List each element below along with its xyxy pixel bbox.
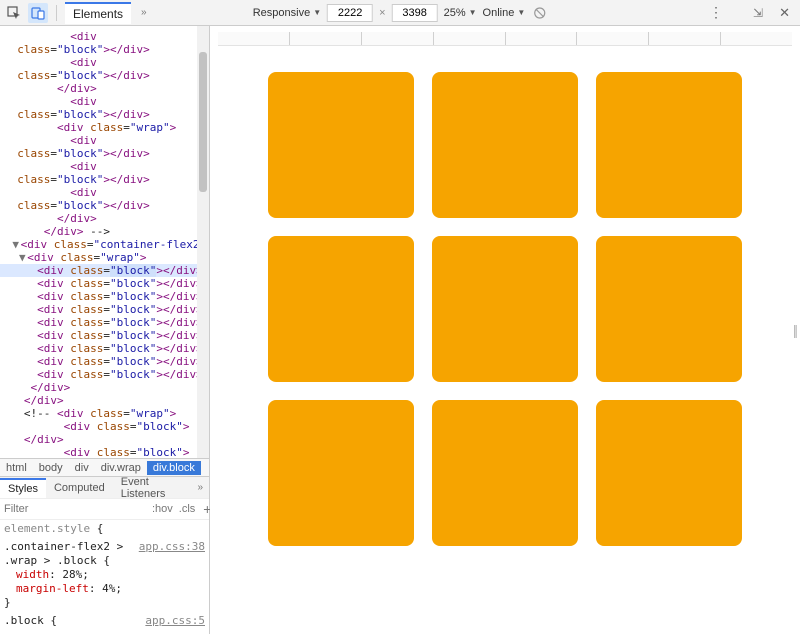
dom-node[interactable]: <div class="block"></div> bbox=[0, 329, 209, 342]
styles-tabs-overflow[interactable]: » bbox=[191, 482, 209, 493]
device-more-menu[interactable]: ⋮ bbox=[709, 4, 723, 21]
preview-block bbox=[596, 400, 742, 546]
dom-node[interactable]: class="block"></div> bbox=[0, 43, 209, 56]
dom-node[interactable]: <div class="block"> bbox=[0, 446, 209, 458]
dom-node[interactable]: <div bbox=[0, 160, 209, 173]
preview-block bbox=[268, 236, 414, 382]
dom-node[interactable]: <div bbox=[0, 56, 209, 69]
dom-node[interactable]: <div class="wrap"> bbox=[0, 121, 209, 134]
preview-block bbox=[268, 72, 414, 218]
dom-node[interactable]: <div class="block"></div> bbox=[0, 303, 209, 316]
dom-node[interactable]: class="block"></div> bbox=[0, 199, 209, 212]
tab-elements[interactable]: Elements bbox=[65, 2, 131, 24]
dom-node[interactable]: <div class="block"></div> bbox=[0, 290, 209, 303]
page-preview: || bbox=[210, 26, 800, 634]
rotate-icon[interactable] bbox=[531, 5, 547, 21]
rule-source-link[interactable]: app.css:38 bbox=[139, 540, 205, 554]
dom-node[interactable]: </div> bbox=[0, 433, 209, 446]
css-rule[interactable]: app.css:38.container-flex2 > .wrap > .bl… bbox=[4, 540, 205, 610]
dom-node[interactable]: <div class="block"></div> bbox=[0, 342, 209, 355]
preview-block bbox=[268, 400, 414, 546]
css-rule[interactable]: app.css:5.block { bbox=[4, 614, 205, 628]
hov-toggle[interactable]: :hov bbox=[152, 503, 173, 515]
tabs-overflow-button[interactable]: » bbox=[135, 7, 153, 18]
styles-tab[interactable]: Styles bbox=[0, 478, 46, 498]
dom-node[interactable]: <div bbox=[0, 95, 209, 108]
preview-block bbox=[596, 72, 742, 218]
dom-node[interactable]: <div class="block"></div> bbox=[0, 368, 209, 381]
rule-source-link[interactable]: app.css:5 bbox=[145, 614, 205, 628]
preview-block bbox=[596, 236, 742, 382]
dom-node[interactable]: <div class="block"></div> bbox=[0, 316, 209, 329]
device-mode-controls: Responsive▼ × 25%▼ Online▼ bbox=[253, 4, 548, 22]
dom-scrollbar[interactable] bbox=[197, 26, 209, 458]
dom-node[interactable]: </div> bbox=[0, 82, 209, 95]
viewport-height-input[interactable] bbox=[392, 4, 438, 22]
elements-panel: <div class="block"></div> <div class="bl… bbox=[0, 26, 210, 634]
styles-tabs: StylesComputedEvent Listeners» bbox=[0, 476, 209, 498]
dom-tree[interactable]: <div class="block"></div> <div class="bl… bbox=[0, 26, 209, 458]
cls-toggle[interactable]: .cls bbox=[179, 503, 196, 515]
zoom-select[interactable]: 25%▼ bbox=[444, 7, 477, 19]
media-query-ruler[interactable] bbox=[218, 32, 792, 46]
device-toolbar-button[interactable] bbox=[28, 3, 48, 23]
css-rule[interactable]: element.style { bbox=[4, 522, 205, 536]
device-select[interactable]: Responsive▼ bbox=[253, 7, 321, 19]
dom-node[interactable]: ▼<div class="container-flex2"> bbox=[0, 238, 209, 251]
breadcrumb-item[interactable]: body bbox=[33, 461, 69, 475]
breadcrumb-item[interactable]: div bbox=[69, 461, 95, 475]
dom-node[interactable]: class="block"></div> bbox=[0, 69, 209, 82]
throttling-select[interactable]: Online▼ bbox=[483, 7, 526, 19]
styles-rules[interactable]: element.style { app.css:38.container-flex… bbox=[0, 520, 209, 634]
dom-node[interactable]: <div bbox=[0, 30, 209, 43]
breadcrumb-item[interactable]: html bbox=[0, 461, 33, 475]
preview-block bbox=[432, 400, 578, 546]
dom-node[interactable]: class="block"></div> bbox=[0, 108, 209, 121]
inspect-element-button[interactable] bbox=[4, 3, 24, 23]
dom-node[interactable]: <div bbox=[0, 134, 209, 147]
preview-block bbox=[432, 72, 578, 218]
styles-filter-input[interactable] bbox=[4, 503, 146, 515]
styles-filter-row: :hov .cls + ⋮ bbox=[0, 498, 209, 520]
dom-node[interactable]: <!-- <div class="wrap"> bbox=[0, 407, 209, 420]
dom-node[interactable]: <div class="block"></div> bbox=[0, 355, 209, 368]
dom-node[interactable]: </div> bbox=[0, 381, 209, 394]
close-devtools-button[interactable]: ✕ bbox=[773, 5, 796, 21]
dom-node[interactable]: class="block"></div> bbox=[0, 173, 209, 186]
styles-tab[interactable]: Computed bbox=[46, 479, 113, 497]
dom-node[interactable]: </div> bbox=[0, 212, 209, 225]
dom-node[interactable]: ▼<div class="wrap"> bbox=[0, 251, 209, 264]
dom-node[interactable]: class="block"></div> bbox=[0, 147, 209, 160]
dom-node[interactable]: <div class="block"> bbox=[0, 420, 209, 433]
dom-node[interactable]: </div> --> bbox=[0, 225, 209, 238]
preview-grid bbox=[268, 72, 742, 546]
dimension-separator: × bbox=[379, 7, 385, 19]
dom-node[interactable]: <div class="block"></div> = bbox=[0, 264, 209, 277]
resize-handle-icon[interactable]: || bbox=[793, 322, 796, 338]
dock-side-button[interactable]: ⇲ bbox=[749, 6, 767, 20]
dom-node[interactable]: <div bbox=[0, 186, 209, 199]
preview-block bbox=[432, 236, 578, 382]
dom-node[interactable]: </div> bbox=[0, 394, 209, 407]
viewport-width-input[interactable] bbox=[327, 4, 373, 22]
dom-node[interactable]: <div class="block"></div> bbox=[0, 277, 209, 290]
devtools-toolbar: Elements » Responsive▼ × 25%▼ Online▼ ⋮ … bbox=[0, 0, 800, 26]
